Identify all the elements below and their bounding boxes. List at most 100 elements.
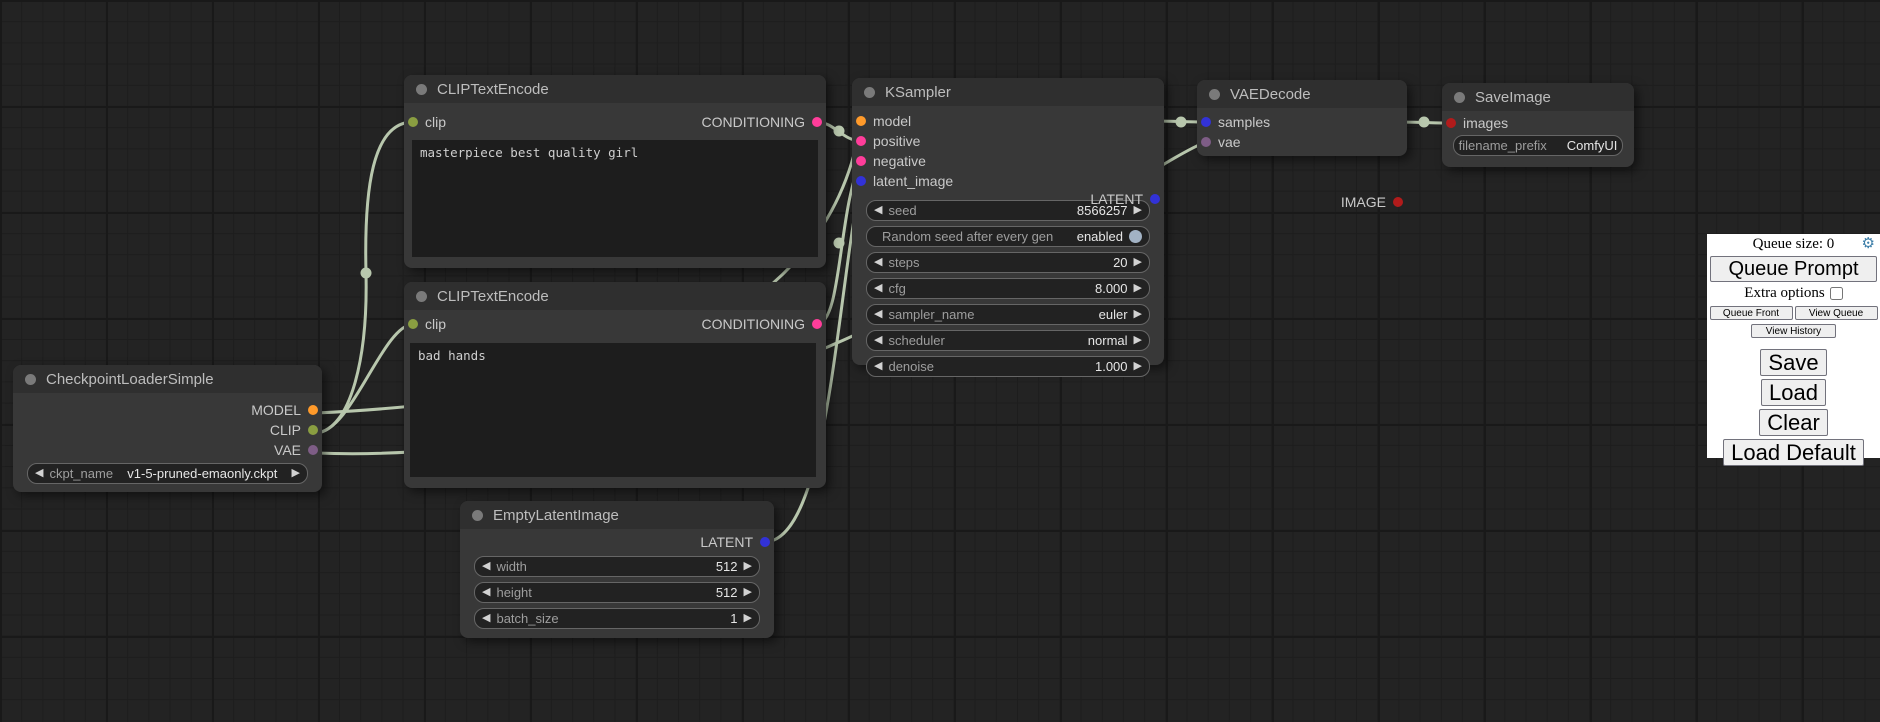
arrow-right-icon[interactable]: ▶ [1134, 361, 1142, 372]
arrow-right-icon[interactable]: ▶ [744, 587, 752, 598]
collapse-dot-icon[interactable] [416, 291, 427, 302]
arrow-right-icon[interactable]: ▶ [744, 561, 752, 572]
link-midpoint-dot [1419, 117, 1430, 128]
save-button[interactable]: Save [1760, 349, 1826, 376]
collapse-dot-icon[interactable] [416, 84, 427, 95]
scheduler-widget[interactable]: ◀ scheduler normal ▶ [866, 330, 1150, 351]
input-slot-clip[interactable] [408, 319, 418, 329]
arrow-left-icon[interactable]: ◀ [874, 283, 882, 294]
node-title-bar[interactable]: VAEDecode [1197, 80, 1407, 108]
arrow-left-icon[interactable]: ◀ [874, 205, 882, 216]
widget-value: 512 [716, 559, 738, 574]
queue-front-button[interactable]: Queue Front [1710, 306, 1793, 320]
input-slot-latent-image[interactable] [856, 176, 866, 186]
input-slot-samples[interactable] [1201, 117, 1211, 127]
batch-size-widget[interactable]: ◀ batch_size 1 ▶ [474, 608, 760, 629]
widget-label: batch_size [496, 611, 558, 626]
arrow-right-icon[interactable]: ▶ [1134, 257, 1142, 268]
node-empty-latent-image[interactable]: EmptyLatentImage LATENT ◀ width 512 ▶ ◀ … [460, 501, 774, 638]
node-clip-text-encode-negative[interactable]: CLIPTextEncode clip CONDITIONING bad han… [404, 282, 826, 488]
input-label-negative: negative [873, 153, 926, 169]
node-vae-decode[interactable]: VAEDecode samples vae IMAGE [1197, 80, 1407, 156]
arrow-left-icon[interactable]: ◀ [874, 309, 882, 320]
filename-prefix-widget[interactable]: filename_prefix ComfyUI [1453, 135, 1623, 156]
output-slot-conditioning[interactable] [812, 319, 822, 329]
collapse-dot-icon[interactable] [1209, 89, 1220, 100]
node-title-bar[interactable]: CLIPTextEncode [404, 282, 826, 310]
settings-gear-icon[interactable]: ⚙ [1862, 237, 1875, 252]
node-save-image[interactable]: SaveImage images filename_prefix ComfyUI [1442, 83, 1634, 167]
height-widget[interactable]: ◀ height 512 ▶ [474, 582, 760, 603]
widget-label: sampler_name [888, 307, 974, 322]
input-label-positive: positive [873, 133, 920, 149]
arrow-right-icon[interactable]: ▶ [1134, 335, 1142, 346]
widget-label: ckpt_name [49, 466, 113, 481]
arrow-left-icon[interactable]: ◀ [874, 257, 882, 268]
widget-value: normal [1088, 333, 1128, 348]
steps-widget[interactable]: ◀ steps 20 ▶ [866, 252, 1150, 273]
node-title-bar[interactable]: CLIPTextEncode [404, 75, 826, 103]
node-title-bar[interactable]: SaveImage [1442, 83, 1634, 111]
denoise-widget[interactable]: ◀ denoise 1.000 ▶ [866, 356, 1150, 377]
node-title: VAEDecode [1230, 86, 1311, 103]
negative-prompt-textarea[interactable]: bad hands [410, 343, 816, 477]
input-slot-positive[interactable] [856, 136, 866, 146]
input-slot-negative[interactable] [856, 156, 866, 166]
widget-value: enabled [1077, 229, 1123, 244]
ckpt-name-widget[interactable]: ◀ ckpt_name v1-5-pruned-emaonly.ckpt ▶ [27, 463, 308, 484]
clear-button[interactable]: Clear [1759, 409, 1828, 436]
random-seed-widget[interactable]: Random seed after every gen enabled [866, 226, 1150, 247]
input-slot-clip[interactable] [408, 117, 418, 127]
link-clip-to-positive [316, 122, 413, 433]
cfg-widget[interactable]: ◀ cfg 8.000 ▶ [866, 278, 1150, 299]
load-button[interactable]: Load [1761, 379, 1826, 406]
view-queue-button[interactable]: View Queue [1795, 306, 1878, 320]
input-slot-images[interactable] [1446, 118, 1456, 128]
node-title: SaveImage [1475, 89, 1551, 106]
arrow-left-icon[interactable]: ◀ [482, 587, 490, 598]
arrow-right-icon[interactable]: ▶ [292, 468, 300, 479]
widget-value: 8.000 [1095, 281, 1128, 296]
arrow-right-icon[interactable]: ▶ [1134, 283, 1142, 294]
extra-options-checkbox[interactable] [1830, 287, 1843, 300]
arrow-left-icon[interactable]: ◀ [874, 361, 882, 372]
arrow-left-icon[interactable]: ◀ [874, 335, 882, 346]
node-checkpoint-loader[interactable]: CheckpointLoaderSimple MODEL CLIP VAE ◀ … [13, 365, 322, 492]
arrow-left-icon[interactable]: ◀ [35, 468, 43, 479]
arrow-right-icon[interactable]: ▶ [1134, 309, 1142, 320]
output-slot-vae[interactable] [308, 445, 318, 455]
collapse-dot-icon[interactable] [1454, 92, 1465, 103]
width-widget[interactable]: ◀ width 512 ▶ [474, 556, 760, 577]
arrow-left-icon[interactable]: ◀ [482, 613, 490, 624]
widget-label: steps [888, 255, 919, 270]
collapse-dot-icon[interactable] [25, 374, 36, 385]
output-slot-conditioning[interactable] [812, 117, 822, 127]
node-title-bar[interactable]: CheckpointLoaderSimple [13, 365, 322, 393]
input-slot-vae[interactable] [1201, 137, 1211, 147]
input-slot-model[interactable] [856, 116, 866, 126]
arrow-left-icon[interactable]: ◀ [482, 561, 490, 572]
collapse-dot-icon[interactable] [472, 510, 483, 521]
positive-prompt-textarea[interactable]: masterpiece best quality girl [412, 140, 818, 257]
node-title-bar[interactable]: EmptyLatentImage [460, 501, 774, 529]
output-slot-model[interactable] [308, 405, 318, 415]
load-default-button[interactable]: Load Default [1723, 439, 1864, 466]
sampler-name-widget[interactable]: ◀ sampler_name euler ▶ [866, 304, 1150, 325]
link-clip-to-negative [316, 324, 413, 433]
node-ksampler[interactable]: KSampler model positive negative latent_… [852, 78, 1164, 365]
toggle-enabled-icon[interactable] [1129, 230, 1142, 243]
output-slot-clip[interactable] [308, 425, 318, 435]
node-clip-text-encode-positive[interactable]: CLIPTextEncode clip CONDITIONING masterp… [404, 75, 826, 268]
output-slot-latent[interactable] [1150, 194, 1160, 204]
link-midpoint-dot [834, 238, 845, 249]
queue-prompt-button[interactable]: Queue Prompt [1710, 256, 1877, 282]
view-history-button[interactable]: View History [1751, 324, 1836, 338]
output-slot-image[interactable] [1393, 197, 1403, 207]
node-title-bar[interactable]: KSampler [852, 78, 1164, 106]
collapse-dot-icon[interactable] [864, 87, 875, 98]
output-slot-latent[interactable] [760, 537, 770, 547]
node-title: CLIPTextEncode [437, 81, 549, 98]
arrow-right-icon[interactable]: ▶ [744, 613, 752, 624]
widget-value: ComfyUI [1567, 138, 1618, 153]
widget-value: 20 [1113, 255, 1127, 270]
